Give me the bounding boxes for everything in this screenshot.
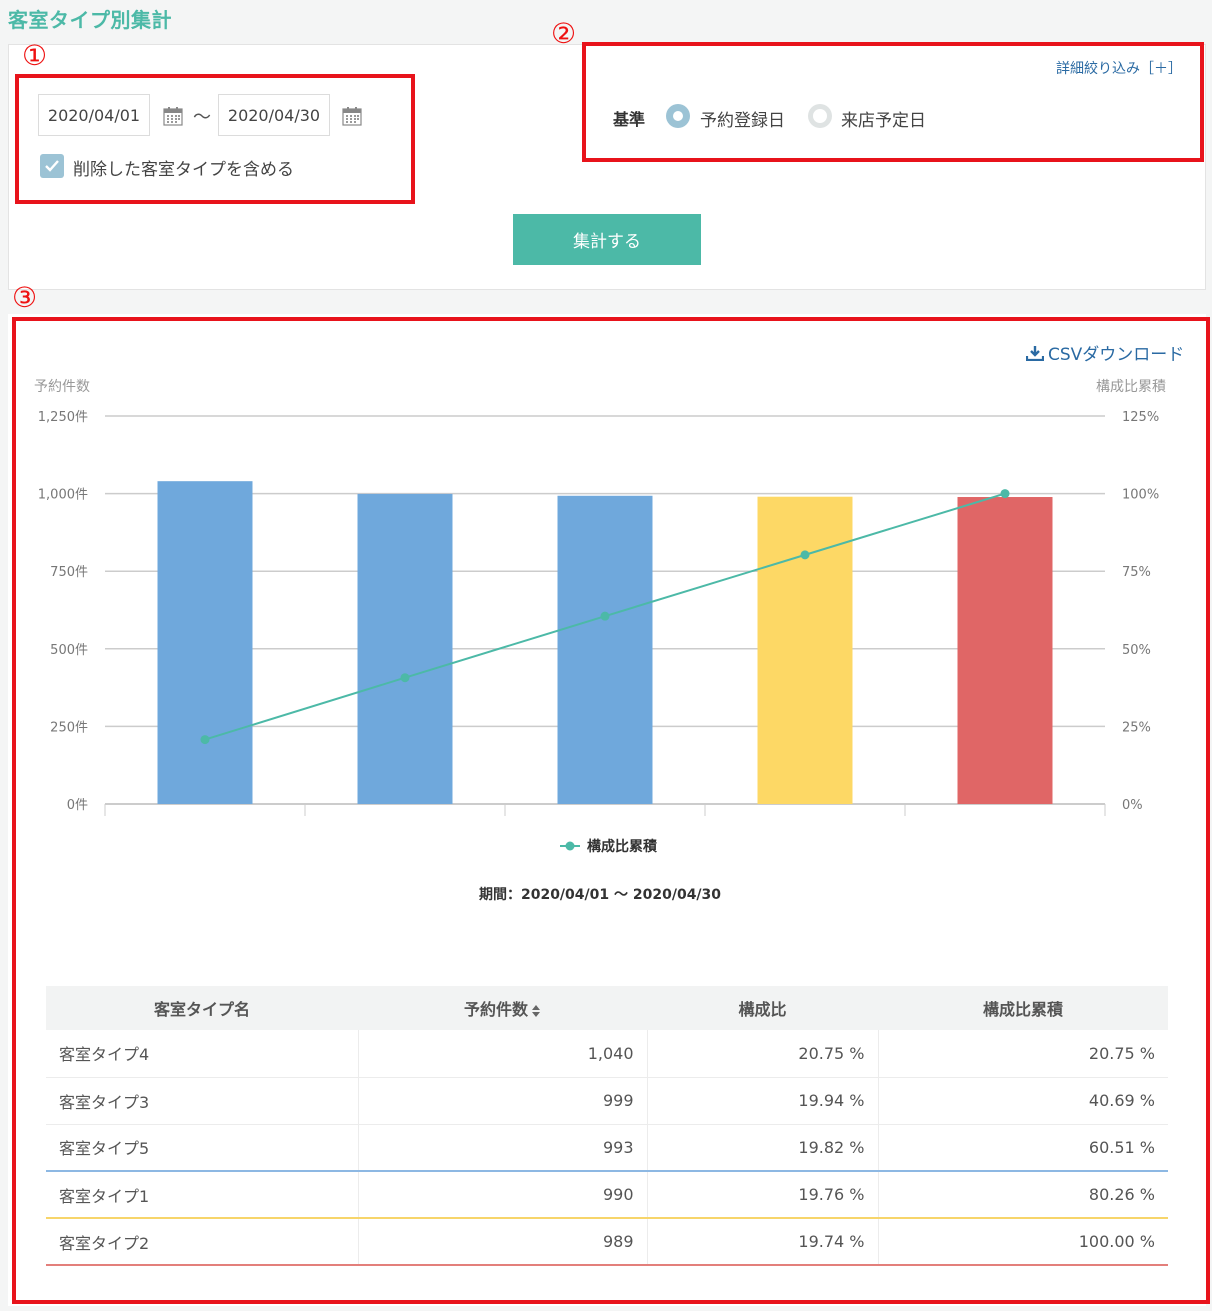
- y-tick-right: 100%: [1122, 488, 1159, 503]
- radio-visit-date-label: 来店予定日: [841, 111, 926, 131]
- checkmark-icon: [45, 160, 59, 172]
- radio-reservation-date[interactable]: [666, 104, 690, 128]
- header-reservation-count[interactable]: 予約件数: [358, 986, 647, 1030]
- room-type-name: 客室タイプ4: [46, 1030, 358, 1078]
- room-type-name: 客室タイプ3: [46, 1077, 358, 1125]
- cumulative-point: [200, 735, 210, 745]
- y-tick-right: 0%: [1122, 798, 1143, 813]
- chart-bar: [157, 481, 253, 804]
- calendar-icon[interactable]: [163, 106, 183, 126]
- y-axis-label-right: 構成比累積: [1096, 379, 1166, 395]
- y-tick-right: 50%: [1122, 643, 1151, 658]
- y-tick-right: 75%: [1122, 565, 1151, 580]
- date-to-input[interactable]: 2020/04/30: [218, 94, 330, 136]
- room-type-name: 客室タイプ5: [46, 1124, 358, 1172]
- y-axis-label-left: 予約件数: [34, 379, 90, 395]
- y-tick-left: 1,000件: [38, 488, 88, 503]
- callout-1: ①: [22, 39, 48, 72]
- cumulative-point: [600, 611, 610, 621]
- table-row: 客室タイプ3 999 19.94 % 40.69 %: [46, 1077, 1168, 1125]
- include-deleted-label: 削除した客室タイプを含める: [73, 160, 294, 180]
- header-cumulative[interactable]: 構成比累積: [878, 986, 1168, 1030]
- header-ratio[interactable]: 構成比: [647, 986, 878, 1030]
- cumulative-ratio: 40.69 %: [877, 1077, 1168, 1125]
- table-row: 客室タイプ1 990 19.76 % 80.26 %: [46, 1171, 1168, 1219]
- y-tick-right: 125%: [1122, 410, 1159, 425]
- ratio: 20.75 %: [646, 1030, 878, 1078]
- basis-label: 基準: [613, 110, 646, 129]
- calendar-icon[interactable]: [342, 106, 362, 126]
- radio-reservation-date-label: 予約登録日: [700, 111, 785, 131]
- ratio: 19.74 %: [646, 1218, 878, 1266]
- y-tick-left: 750件: [50, 565, 88, 580]
- cumulative-ratio: 60.51 %: [877, 1124, 1168, 1172]
- y-tick-left: 250件: [50, 720, 88, 735]
- y-tick-left: 0件: [67, 798, 88, 813]
- aggregate-button[interactable]: 集計する: [513, 214, 701, 265]
- ratio: 19.94 %: [646, 1077, 878, 1125]
- cumulative-ratio: 20.75 %: [877, 1030, 1168, 1078]
- ratio: 19.76 %: [646, 1171, 878, 1219]
- reservation-count: 993: [357, 1124, 647, 1172]
- room-type-name: 客室タイプ1: [46, 1171, 358, 1219]
- detail-filter-link[interactable]: 詳細絞り込み［＋］: [1056, 58, 1182, 78]
- cumulative-ratio: 80.26 %: [877, 1171, 1168, 1219]
- csv-download-label: CSVダウンロード: [1048, 345, 1185, 365]
- chart-bar: [757, 496, 853, 804]
- cumulative-point: [800, 550, 810, 560]
- date-from-input[interactable]: 2020/04/01: [38, 94, 150, 136]
- table-row: 客室タイプ5 993 19.82 % 60.51 %: [46, 1124, 1168, 1172]
- header-room-type[interactable]: 客室タイプ名: [46, 986, 358, 1030]
- download-icon: [1026, 345, 1044, 361]
- sort-icon[interactable]: [531, 1004, 541, 1018]
- period-caption: 期間：2020/04/01 ～ 2020/04/30: [479, 887, 721, 903]
- reservation-count: 989: [357, 1218, 647, 1266]
- y-tick-right: 25%: [1122, 720, 1151, 735]
- legend-label: 構成比累積: [587, 838, 658, 855]
- chart-bar: [557, 495, 653, 804]
- reservation-chart: 0件 0% 250件 25% 500件 50% 750件 75% 1,000件 100% 1,250…: [34, 379, 1166, 903]
- range-separator: ～: [193, 107, 211, 128]
- legend-marker: [565, 841, 575, 851]
- page-title: 客室タイプ別集計: [8, 8, 172, 32]
- room-type-name: 客室タイプ2: [46, 1218, 358, 1266]
- table-row: 客室タイプ2 989 19.74 % 100.00 %: [46, 1218, 1168, 1266]
- y-tick-left: 500件: [50, 643, 88, 658]
- cumulative-ratio: 100.00 %: [877, 1218, 1168, 1266]
- result-table: 客室タイプ名 予約件数 構成比 構成比累積 客室タイプ4 1,040 20.75…: [46, 986, 1168, 1266]
- include-deleted-checkbox[interactable]: [40, 154, 64, 178]
- reservation-count: 1,040: [357, 1030, 647, 1078]
- cumulative-point: [1000, 489, 1010, 499]
- chart-bar: [357, 493, 453, 804]
- cumulative-point: [400, 673, 410, 683]
- table-row: 客室タイプ4 1,040 20.75 % 20.75 %: [46, 1030, 1168, 1078]
- csv-download-link[interactable]: CSVダウンロード: [1026, 340, 1184, 365]
- chart-bar: [957, 497, 1053, 804]
- reservation-count: 999: [357, 1077, 647, 1125]
- reservation-count: 990: [357, 1171, 647, 1219]
- callout-2: ②: [551, 17, 577, 50]
- callout-3: ③: [12, 281, 38, 314]
- radio-visit-date[interactable]: [808, 104, 832, 128]
- y-tick-left: 1,250件: [38, 410, 88, 425]
- ratio: 19.82 %: [646, 1124, 878, 1172]
